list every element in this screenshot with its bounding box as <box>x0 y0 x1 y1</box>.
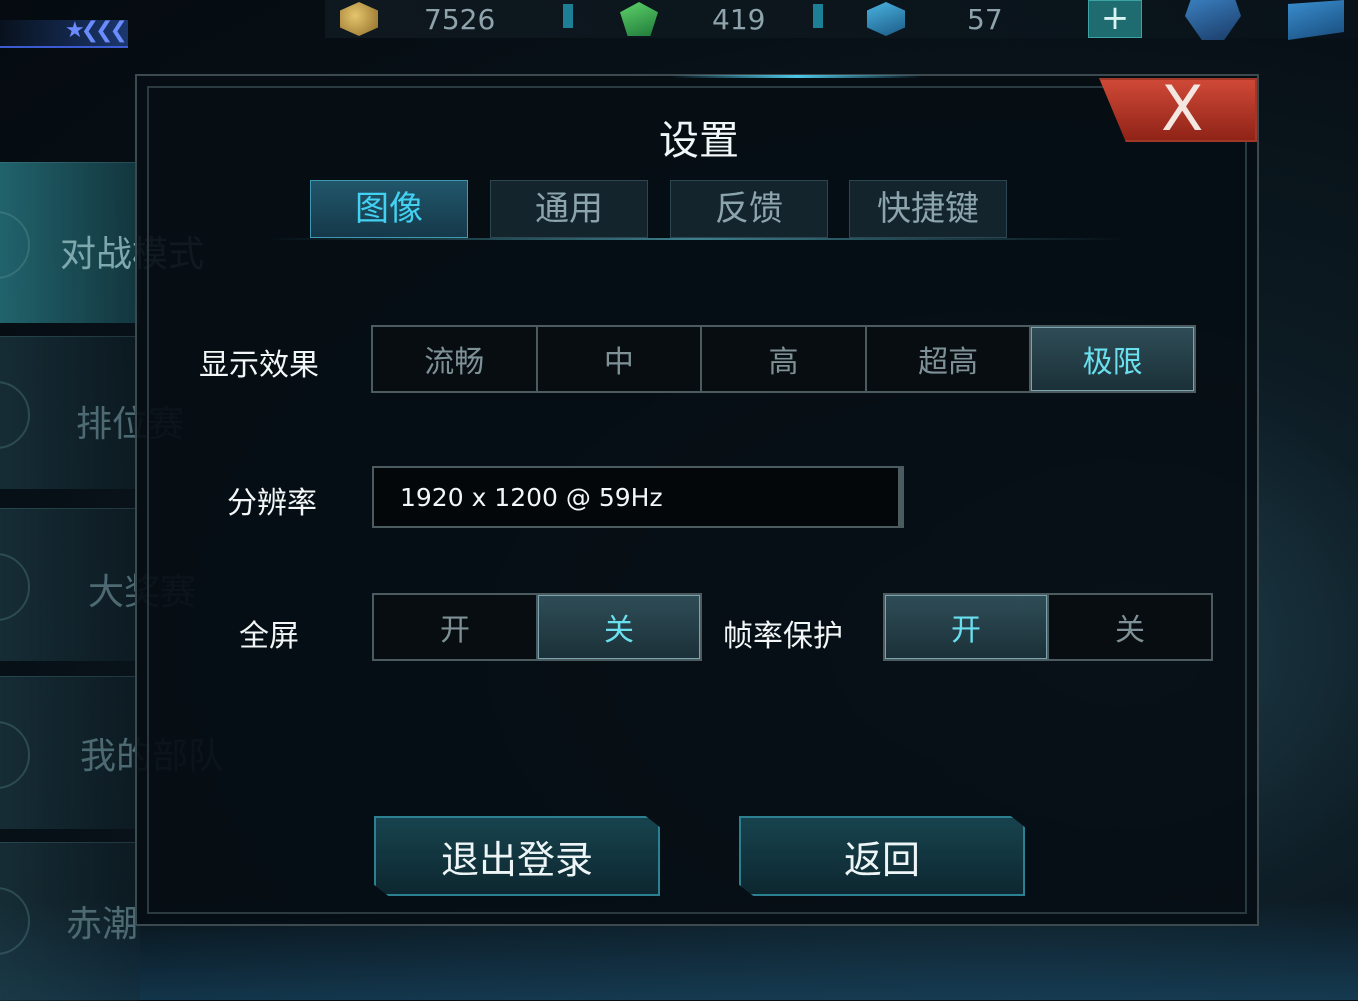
tab-shortcuts[interactable]: 快捷键 <box>849 180 1007 238</box>
sidebar-item-label: 赤潮 <box>66 904 139 945</box>
quality-option-high[interactable]: 高 <box>702 327 867 391</box>
add-currency-button[interactable]: + <box>1088 0 1142 38</box>
close-button[interactable]: X <box>1099 78 1257 142</box>
settings-dialog: 设置 X 图像 通用 反馈 快捷键 显示效果 流畅 中 高 超高 极限 分辨率 … <box>135 74 1259 926</box>
display-quality-label: 显示效果 <box>199 348 319 383</box>
coins-resource: 7526 <box>340 0 495 38</box>
quality-option-ultra[interactable]: 超高 <box>867 327 1032 391</box>
gems-resource: 419 <box>620 0 765 38</box>
sidebar-item-ranked[interactable]: 排位赛 <box>0 336 184 489</box>
close-icon: X <box>1161 72 1204 145</box>
fullscreen-on-option[interactable]: 开 <box>374 595 538 659</box>
sidebar-item-my-troops[interactable]: 我的部队 <box>0 676 224 829</box>
radar-icon <box>0 211 30 279</box>
rank-chevrons: ★❮❮❮ <box>64 18 128 43</box>
frame-protect-off-option[interactable]: 关 <box>1049 595 1211 659</box>
rank-icon <box>0 381 30 449</box>
rank-badge: ★❮❮❮ <box>0 18 128 48</box>
coins-value: 7526 <box>424 2 496 36</box>
tab-graphics[interactable]: 图像 <box>310 180 468 238</box>
sidebar-item-battle-mode[interactable]: 对战模式 <box>0 162 204 323</box>
fullscreen-toggle: 开 关 <box>372 593 702 661</box>
frame-rate-protection-label: 帧率保护 <box>723 619 843 654</box>
logout-button[interactable]: 退出登录 <box>374 816 660 896</box>
tabs-divider <box>267 238 1125 240</box>
resolution-label: 分辨率 <box>227 486 317 521</box>
tab-general[interactable]: 通用 <box>490 180 648 238</box>
tide-icon <box>0 887 30 955</box>
back-button[interactable]: 返回 <box>739 816 1025 896</box>
blue-crystal-icon <box>867 2 905 36</box>
tab-feedback[interactable]: 反馈 <box>670 180 828 238</box>
crystals-resource: 57 <box>867 0 1003 38</box>
green-gem-icon <box>620 2 658 36</box>
troops-icon <box>0 721 30 789</box>
crystals-value: 57 <box>967 2 1003 36</box>
resolution-dropdown[interactable]: 1920 x 1200 @ 59Hz <box>372 466 904 528</box>
sidebar-item-grand-prix[interactable]: 大奖赛 <box>0 508 196 661</box>
display-quality-selector: 流畅 中 高 超高 极限 <box>371 325 1196 393</box>
resource-separator <box>813 4 823 28</box>
trophy-icon <box>0 553 30 621</box>
coin-icon <box>340 2 378 36</box>
dialog-accent-line <box>672 75 922 78</box>
sidebar-item-red-tide[interactable]: 赤潮 <box>0 842 140 1001</box>
quality-option-extreme[interactable]: 极限 <box>1031 327 1194 391</box>
gems-value: 419 <box>712 2 766 36</box>
fullscreen-label: 全屏 <box>239 619 299 654</box>
quality-option-smooth[interactable]: 流畅 <box>373 327 538 391</box>
frame-rate-protection-toggle: 开 关 <box>883 593 1213 661</box>
resource-separator <box>563 4 573 28</box>
dialog-title: 设置 <box>659 118 739 164</box>
quality-option-medium[interactable]: 中 <box>538 327 703 391</box>
fullscreen-off-option[interactable]: 关 <box>538 595 700 659</box>
frame-protect-on-option[interactable]: 开 <box>885 595 1049 659</box>
